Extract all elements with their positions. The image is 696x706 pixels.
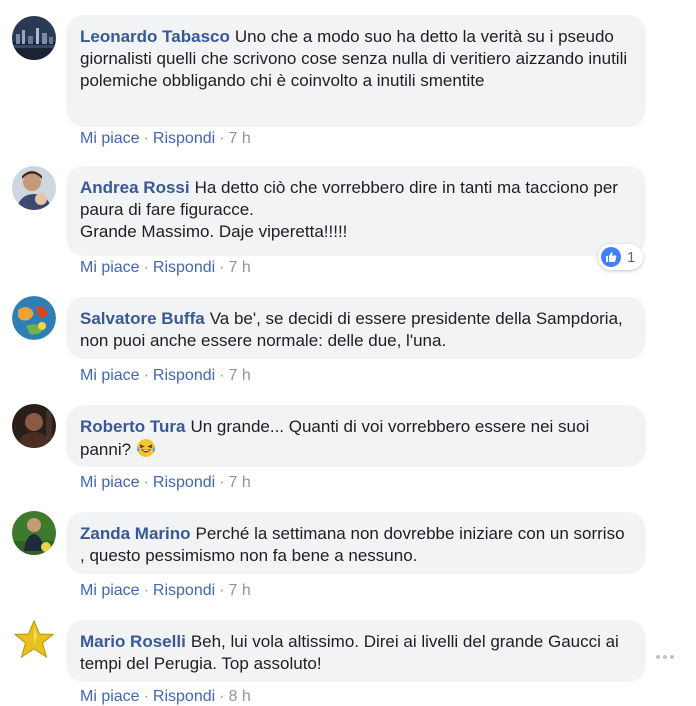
- comment-bubble: Andrea Rossi Ha detto ciò che vorrebbero …: [66, 166, 646, 256]
- person-with-child-photo: [12, 166, 56, 210]
- reply-link[interactable]: Rispondi: [153, 688, 215, 705]
- like-link[interactable]: Mi piace: [80, 474, 140, 491]
- avatar[interactable]: [12, 296, 56, 340]
- comment-bubble: Leonardo Tabasco Uno che a modo suo ha de…: [66, 15, 646, 127]
- thumbs-up-icon: [601, 247, 621, 267]
- reply-link[interactable]: Rispondi: [153, 367, 215, 384]
- comment-bubble: Zanda Marino Perché la settimana non dovr…: [66, 512, 646, 574]
- comment-author[interactable]: Leonardo Tabasco: [80, 27, 230, 46]
- person-on-grass-photo: [12, 511, 56, 555]
- comment-author[interactable]: Mario Roselli: [80, 632, 186, 651]
- avatar[interactable]: [12, 16, 56, 60]
- timestamp[interactable]: 7 h: [229, 130, 251, 147]
- comment-actions: Mi piace · Rispondi · 7 h: [80, 259, 251, 276]
- comment-author[interactable]: Zanda Marino: [80, 524, 191, 543]
- comment-bubble: Salvatore Buffa Va be', se decidi di esse…: [66, 297, 646, 359]
- like-link[interactable]: Mi piace: [80, 259, 140, 276]
- comment-actions: Mi piace · Rispondi · 7 h: [80, 582, 251, 599]
- dark-portrait-photo: [12, 404, 56, 448]
- more-options-icon[interactable]: [656, 651, 680, 663]
- like-link[interactable]: Mi piace: [80, 367, 140, 384]
- reaction-badge[interactable]: 1: [598, 244, 644, 270]
- comment-author[interactable]: Salvatore Buffa: [80, 309, 205, 328]
- comment-actions: Mi piace · Rispondi · 7 h: [80, 367, 251, 384]
- gold-star-image: [12, 618, 56, 662]
- comment-author[interactable]: Andrea Rossi: [80, 178, 190, 197]
- timestamp[interactable]: 7 h: [229, 259, 251, 276]
- comment-bubble: Roberto Tura Un grande... Quanti di voi v…: [66, 405, 646, 467]
- avatar[interactable]: [12, 618, 56, 662]
- reply-link[interactable]: Rispondi: [153, 259, 215, 276]
- like-link[interactable]: Mi piace: [80, 688, 140, 705]
- city-night-photo: [12, 16, 56, 60]
- timestamp[interactable]: 8 h: [229, 688, 251, 705]
- comment-author[interactable]: Roberto Tura: [80, 417, 185, 436]
- timestamp[interactable]: 7 h: [229, 582, 251, 599]
- avatar[interactable]: [12, 404, 56, 448]
- colorful-globe-photo: [12, 296, 56, 340]
- comment-actions: Mi piace · Rispondi · 7 h: [80, 130, 251, 147]
- reply-link[interactable]: Rispondi: [153, 474, 215, 491]
- like-link[interactable]: Mi piace: [80, 582, 140, 599]
- laughing-crying-emoji: [136, 439, 155, 457]
- avatar[interactable]: [12, 511, 56, 555]
- comment-actions: Mi piace · Rispondi · 7 h: [80, 474, 251, 491]
- like-link[interactable]: Mi piace: [80, 130, 140, 147]
- avatar[interactable]: [12, 166, 56, 210]
- timestamp[interactable]: 7 h: [229, 367, 251, 384]
- comment-bubble: Mario Roselli Beh, lui vola altissimo. Di…: [66, 620, 646, 682]
- reaction-count: 1: [627, 248, 636, 266]
- timestamp[interactable]: 7 h: [229, 474, 251, 491]
- reply-link[interactable]: Rispondi: [153, 582, 215, 599]
- comment-actions: Mi piace · Rispondi · 8 h: [80, 688, 251, 705]
- reply-link[interactable]: Rispondi: [153, 130, 215, 147]
